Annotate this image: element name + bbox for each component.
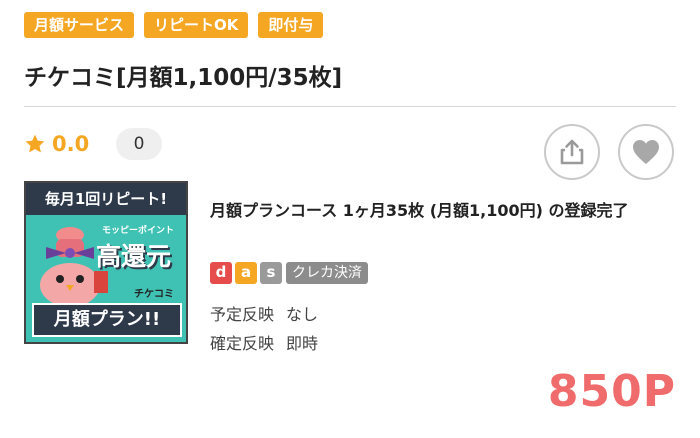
- review-count-badge[interactable]: 0: [116, 128, 162, 160]
- rating: 0.0: [24, 132, 89, 156]
- offer-banner-image[interactable]: 毎月1回リピート! モッピーポイント 高還元 チケコミ 月額プラン!!: [24, 181, 188, 344]
- tag-instant-grant: 即付与: [258, 12, 324, 38]
- payment-badge-s: s: [260, 262, 282, 284]
- banner-bottom-text: 月額プラン!!: [32, 303, 182, 337]
- favorite-button[interactable]: [618, 124, 674, 180]
- payment-badge-a: a: [235, 262, 257, 284]
- share-icon: [560, 139, 584, 165]
- heart-icon: [633, 140, 659, 164]
- payment-methods: d a s クレカ決済: [210, 262, 368, 284]
- banner-top-text: 毎月1回リピート!: [26, 183, 186, 215]
- scheduled-reflection-row: 予定反映 なし: [210, 301, 318, 325]
- tag-repeat-ok: リピートOK: [144, 12, 249, 38]
- tag-monthly-service: 月額サービス: [24, 12, 135, 38]
- star-icon: [25, 134, 45, 153]
- scheduled-reflection-value: なし: [286, 305, 319, 324]
- scheduled-reflection-label: 予定反映: [210, 305, 275, 324]
- payment-badge-d: d: [210, 262, 232, 284]
- confirmed-reflection-label: 確定反映: [210, 334, 275, 353]
- banner-sub-text: モッピーポイント: [102, 226, 175, 236]
- offer-name[interactable]: 月額プランコース 1ヶ月35枚 (月額1,100円) の登録完了: [210, 196, 665, 226]
- payment-method-label: クレカ決済: [286, 262, 368, 284]
- banner-main-text: 高還元: [96, 242, 172, 271]
- rating-value: 0.0: [52, 132, 90, 156]
- divider: [24, 106, 676, 107]
- reward-points: 850P: [547, 366, 676, 417]
- share-button[interactable]: [544, 124, 600, 180]
- confirmed-reflection-value: 即時: [286, 334, 319, 353]
- confirmed-reflection-row: 確定反映 即時: [210, 330, 318, 354]
- tag-list: 月額サービス リピートOK 即付与: [24, 12, 324, 38]
- page-title: チケコミ[月額1,100円/35枚]: [24, 65, 343, 91]
- banner-logo-text: チケコミ: [134, 289, 174, 300]
